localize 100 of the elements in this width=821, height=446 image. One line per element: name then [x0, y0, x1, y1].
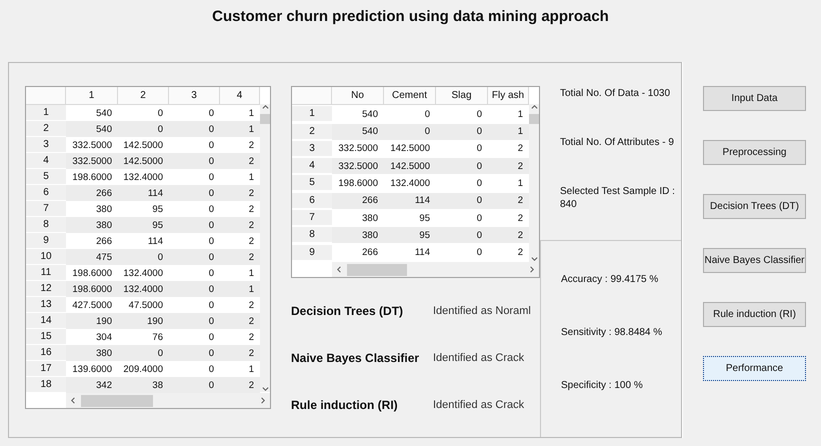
table-cell: 190 — [118, 313, 169, 329]
info-text: Selected Test Sample ID : 840 — [560, 185, 675, 211]
scroll-thumb[interactable] — [81, 394, 153, 406]
table-cell: 114 — [384, 192, 436, 209]
table-cell: 190 — [66, 313, 118, 329]
scroll-thumb[interactable] — [347, 264, 407, 276]
table-cell: 0 — [436, 227, 488, 244]
scroll-thumb[interactable] — [529, 114, 539, 124]
row-header: 12 — [26, 281, 66, 297]
row-header: 10 — [26, 249, 66, 265]
table-cell: 0 — [436, 124, 488, 140]
row-header: 11 — [26, 265, 66, 281]
scroll-up-icon[interactable] — [530, 104, 538, 111]
table-cell: 142.5000 — [384, 158, 436, 174]
column-header[interactable]: Cement — [384, 87, 436, 105]
table-cell: 0 — [169, 345, 220, 361]
table-cell: 0 — [169, 377, 220, 393]
table-cell: 95 — [118, 217, 169, 233]
scroll-down-icon[interactable] — [530, 255, 538, 262]
column-header[interactable]: No — [332, 87, 384, 105]
table-cell: 540 — [66, 121, 118, 137]
table-cell: 95 — [384, 227, 436, 244]
table-cell: 0 — [169, 121, 220, 137]
table-cell: 0 — [169, 249, 220, 265]
row-header: 4 — [292, 158, 332, 174]
scroll-left-icon[interactable] — [336, 266, 343, 273]
table-cell: 332.5000 — [66, 153, 118, 169]
table-cell: 380 — [66, 345, 118, 361]
prediction-text: Identified as Crack — [433, 352, 524, 364]
info-text: Totial No. Of Attributes - 9 — [560, 136, 675, 149]
row-header: 7 — [292, 210, 332, 226]
metric-text: Accuracy : 99.4175 % — [561, 273, 660, 286]
table-cell: 0 — [169, 217, 220, 233]
row-header: 2 — [292, 124, 332, 140]
scroll-down-icon[interactable] — [262, 385, 268, 392]
row-header: 2 — [26, 121, 66, 137]
row-header: 8 — [26, 217, 66, 233]
action-button[interactable]: Input Data — [703, 86, 806, 111]
table-cell: 1 — [220, 121, 260, 137]
scroll-right-icon[interactable] — [528, 266, 535, 273]
table-cell: 2 — [220, 217, 260, 233]
table-cell: 0 — [384, 124, 436, 140]
horizontal-scrollbar[interactable] — [66, 393, 270, 408]
info-text: Totial No. Of Data - 1030 — [560, 87, 672, 100]
table-cell: 0 — [169, 281, 220, 297]
scroll-thumb[interactable] — [260, 114, 270, 124]
table-cell: 0 — [118, 121, 169, 137]
table-cell: 2 — [220, 345, 260, 361]
table-cell: 1 — [488, 124, 529, 140]
vertical-scrollbar[interactable] — [529, 104, 539, 262]
row-header: 1 — [26, 105, 66, 121]
table-cell: 342 — [66, 377, 118, 393]
action-button[interactable]: Performance — [703, 356, 806, 381]
table-cell: 475 — [66, 249, 118, 265]
table-cell: 332.5000 — [332, 158, 384, 174]
table-cell: 1 — [220, 281, 260, 297]
table-cell: 2 — [488, 227, 529, 244]
action-button[interactable]: Preprocessing — [703, 140, 806, 165]
table-cell: 0 — [118, 345, 169, 361]
method-label: Rule induction (RI) — [291, 398, 399, 412]
row-header: 3 — [26, 137, 66, 153]
column-header[interactable]: Fly ash — [488, 87, 529, 105]
row-header: 18 — [26, 377, 66, 393]
table-cell: 2 — [488, 192, 529, 209]
prediction-text: Identified as Crack — [433, 398, 524, 410]
row-header: 8 — [292, 227, 332, 244]
table-cell: 540 — [332, 124, 384, 140]
action-button[interactable]: Naive Bayes Classifier — [703, 248, 806, 273]
column-header[interactable]: Slag — [436, 87, 488, 105]
table-cell: 142.5000 — [118, 153, 169, 169]
row-header: 13 — [26, 297, 66, 313]
table-cell: 198.6000 — [66, 281, 118, 297]
action-button[interactable]: Rule induction (RI) — [703, 302, 806, 327]
method-label: Decision Trees (DT) — [291, 304, 404, 318]
column-header[interactable]: 1 — [66, 87, 118, 105]
action-button[interactable]: Decision Trees (DT) — [703, 194, 806, 219]
vertical-scrollbar[interactable] — [260, 104, 270, 392]
table-cell: 0 — [436, 192, 488, 209]
row-header: 17 — [26, 361, 66, 377]
horizontal-scrollbar[interactable] — [332, 262, 539, 277]
row-header: 3 — [292, 140, 332, 157]
row-header: 4 — [26, 153, 66, 169]
scroll-left-icon[interactable] — [70, 397, 77, 404]
scroll-right-icon[interactable] — [259, 397, 266, 404]
column-header[interactable]: 3 — [169, 87, 220, 105]
column-header[interactable]: 4 — [220, 87, 260, 105]
table-cell: 0 — [169, 185, 220, 201]
row-header: 16 — [26, 345, 66, 361]
column-header[interactable]: 2 — [118, 87, 169, 105]
table-cell: 2 — [220, 313, 260, 329]
table-cell: 0 — [169, 153, 220, 169]
table-cell: 38 — [118, 377, 169, 393]
row-header: 6 — [26, 185, 66, 201]
method-label: Naive Bayes Classifier — [291, 350, 420, 364]
table-cell: 380 — [332, 227, 384, 244]
row-header: 9 — [292, 244, 332, 261]
scroll-up-icon[interactable] — [262, 104, 268, 111]
table-cell: 2 — [220, 185, 260, 201]
row-header: 14 — [26, 313, 66, 329]
row-header: 7 — [26, 201, 66, 217]
